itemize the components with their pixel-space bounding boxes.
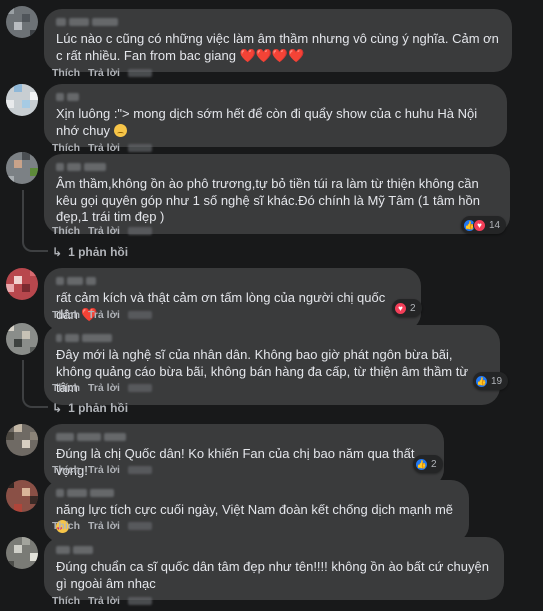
reaction-summary[interactable]: 👍 ♥ 14 xyxy=(461,216,507,234)
author-name-redacted[interactable] xyxy=(56,544,492,556)
heart-emoji: ❤️❤️❤️❤️ xyxy=(239,47,305,63)
reply-button[interactable]: Trả lời xyxy=(88,67,120,79)
comment-bubble: Đúng là chị Quốc dân! Ko khiến Fan của c… xyxy=(44,424,444,487)
avatar[interactable] xyxy=(6,6,38,38)
reply-button[interactable]: Trả lời xyxy=(88,464,120,476)
like-button[interactable]: Thích xyxy=(52,382,80,394)
reply-arrow-icon: ↳ xyxy=(52,401,63,415)
like-reaction-icon: 👍 xyxy=(415,457,428,471)
author-name-redacted[interactable] xyxy=(56,16,500,28)
comment-text: Đúng chuẩn ca sĩ quốc dân tâm đẹp như tê… xyxy=(56,559,489,591)
author-name-redacted[interactable] xyxy=(56,91,495,103)
author-name-redacted[interactable] xyxy=(56,161,498,173)
timestamp-redacted[interactable] xyxy=(127,384,152,392)
avatar[interactable] xyxy=(6,152,38,184)
avatar[interactable] xyxy=(6,84,38,116)
avatar[interactable] xyxy=(6,323,38,355)
reply-button[interactable]: Trả lời xyxy=(88,595,120,607)
comment-bubble: Đúng chuẩn ca sĩ quốc dân tâm đẹp như tê… xyxy=(44,537,504,600)
comment-text: Xịn luông :"> mong dịch sớm hết để còn đ… xyxy=(56,106,478,138)
comment-bubble: Âm thầm,không ồn ào phô trương,tự bỏ tiề… xyxy=(44,154,510,234)
avatar[interactable] xyxy=(6,480,38,512)
comment-text: Lúc nào c cũng có những việc làm âm thầm… xyxy=(56,31,499,63)
avatar[interactable] xyxy=(6,424,38,456)
reaction-count: 19 xyxy=(491,375,503,387)
like-button[interactable]: Thích xyxy=(52,464,80,476)
view-replies-link[interactable]: ↳ 1 phản hồi xyxy=(52,245,128,259)
love-reaction-icon: ♥ xyxy=(473,218,486,232)
timestamp-redacted[interactable] xyxy=(127,227,152,235)
like-button[interactable]: Thích xyxy=(52,67,80,79)
sad-face-icon xyxy=(113,123,127,137)
author-name-redacted[interactable] xyxy=(56,431,432,443)
reaction-summary[interactable]: 👍 2 xyxy=(413,455,443,473)
timestamp-redacted[interactable] xyxy=(127,311,152,319)
reaction-summary[interactable]: 👍 19 xyxy=(473,372,509,390)
reply-button[interactable]: Trả lời xyxy=(88,520,120,532)
reply-button[interactable]: Trả lời xyxy=(88,225,120,237)
like-button[interactable]: Thích xyxy=(52,142,80,154)
avatar[interactable] xyxy=(6,537,38,569)
love-reaction-icon: ♥ xyxy=(394,301,407,315)
reply-button[interactable]: Trả lời xyxy=(88,142,120,154)
like-button[interactable]: Thích xyxy=(52,225,80,237)
reply-button[interactable]: Trả lời xyxy=(88,382,120,394)
author-name-redacted[interactable] xyxy=(56,275,409,287)
timestamp-redacted[interactable] xyxy=(127,522,152,530)
reply-arrow-icon: ↳ xyxy=(52,245,63,259)
author-name-redacted[interactable] xyxy=(56,487,457,499)
avatar[interactable] xyxy=(6,268,38,300)
comment-bubble: rất cảm kích và thật cảm ơn tấm lòng của… xyxy=(44,268,421,331)
reaction-count: 14 xyxy=(489,219,501,231)
comment-bubble: Xịn luông :"> mong dịch sớm hết để còn đ… xyxy=(44,84,507,147)
author-name-redacted[interactable] xyxy=(56,332,488,344)
timestamp-redacted[interactable] xyxy=(127,466,152,474)
reaction-count: 2 xyxy=(410,302,416,314)
timestamp-redacted[interactable] xyxy=(127,597,152,605)
reaction-summary[interactable]: ♥ 2 xyxy=(392,299,422,317)
like-button[interactable]: Thích xyxy=(52,595,80,607)
like-button[interactable]: Thích xyxy=(52,520,80,532)
comment-bubble: năng lực tích cực cuối ngày, Việt Nam đo… xyxy=(44,480,469,543)
timestamp-redacted[interactable] xyxy=(127,144,152,152)
like-reaction-icon: 👍 xyxy=(475,374,488,388)
view-replies-link[interactable]: ↳ 1 phản hồi xyxy=(52,401,128,415)
timestamp-redacted[interactable] xyxy=(127,69,152,77)
reaction-count: 2 xyxy=(431,458,437,470)
reply-button[interactable]: Trả lời xyxy=(88,309,120,321)
comment-bubble: Lúc nào c cũng có những việc làm âm thầm… xyxy=(44,9,512,72)
like-button[interactable]: Thích xyxy=(52,309,80,321)
comment-text: Âm thầm,không ồn ào phô trương,tự bỏ tiề… xyxy=(56,176,480,224)
